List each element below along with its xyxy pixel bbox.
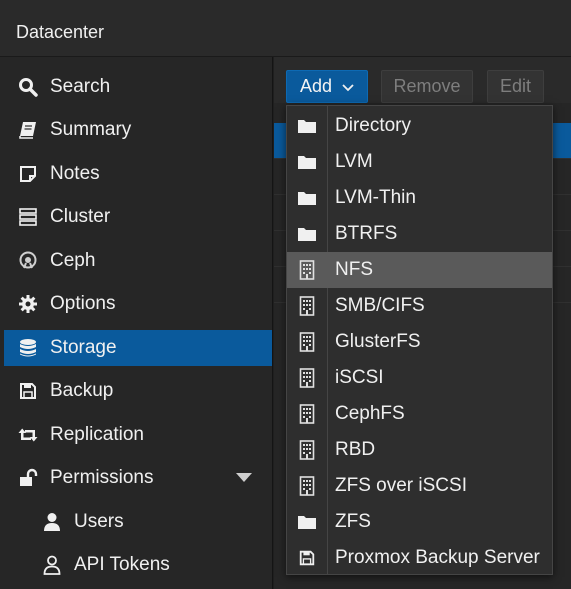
- chevron-down-icon: [342, 76, 354, 97]
- remove-button[interactable]: Remove: [381, 70, 473, 103]
- server-icon: [16, 205, 40, 229]
- sidebar-item-label: Summary: [50, 119, 132, 140]
- menu-item-iscsi[interactable]: iSCSI: [287, 360, 552, 396]
- sidebar-item-summary[interactable]: Summary: [4, 112, 272, 148]
- menu-item-lvm[interactable]: LVM: [287, 144, 552, 180]
- sidebar-item-label: Permissions: [50, 467, 154, 488]
- add-button-label: Add: [299, 76, 333, 96]
- menu-item-cephfs[interactable]: CephFS: [287, 396, 552, 432]
- book-icon: [16, 118, 40, 142]
- menu-item-label: CephFS: [335, 403, 405, 424]
- database-icon: [16, 336, 40, 360]
- menu-item-label: NFS: [335, 259, 373, 280]
- add-button[interactable]: Add: [286, 70, 368, 103]
- folder-icon: [287, 504, 327, 540]
- gear-icon: [16, 292, 40, 316]
- user-outline-icon: [40, 553, 64, 577]
- header-bar: Datacenter: [0, 0, 571, 57]
- building-icon: [287, 396, 327, 432]
- menu-item-zfs[interactable]: ZFS: [287, 504, 552, 540]
- folder-icon: [287, 144, 327, 180]
- menu-item-nfs[interactable]: NFS: [287, 252, 552, 288]
- menu-item-label: RBD: [335, 439, 376, 460]
- menu-item-label: iSCSI: [335, 367, 384, 388]
- sidebar-item-notes[interactable]: Notes: [4, 156, 272, 192]
- menu-item-rbd[interactable]: RBD: [287, 432, 552, 468]
- sidebar-item-label: Users: [74, 511, 124, 532]
- sidebar-item-label: Backup: [50, 380, 114, 401]
- menu-item-label: SMB/CIFS: [335, 295, 425, 316]
- building-icon: [287, 324, 327, 360]
- building-icon: [287, 468, 327, 504]
- sidebar-item-label: Replication: [50, 424, 144, 445]
- menu-item-glusterfs[interactable]: GlusterFS: [287, 324, 552, 360]
- add-storage-menu: Directory LVM LVM-Thin BTRFS NFS SMB/CIF…: [286, 105, 553, 575]
- building-icon: [287, 432, 327, 468]
- folder-icon: [287, 180, 327, 216]
- menu-item-btrfs[interactable]: BTRFS: [287, 216, 552, 252]
- retweet-icon: [16, 423, 40, 447]
- sidebar-item-cluster[interactable]: Cluster: [4, 199, 272, 235]
- remove-button-label: Remove: [393, 76, 461, 96]
- sidebar-item-options[interactable]: Options: [4, 286, 272, 322]
- sidebar-item-label: Notes: [50, 163, 100, 184]
- edit-button-label: Edit: [499, 76, 532, 96]
- page-title: Datacenter: [16, 22, 105, 42]
- user-icon: [40, 510, 64, 534]
- sidebar-item-label: Options: [50, 293, 116, 314]
- menu-item-label: LVM: [335, 151, 373, 172]
- floppy-icon: [16, 379, 40, 403]
- sidebar-item-users[interactable]: Users: [4, 504, 272, 540]
- sidebar-item-search[interactable]: Search: [4, 69, 272, 105]
- building-icon: [287, 288, 327, 324]
- folder-icon: [287, 108, 327, 144]
- menu-item-label: LVM-Thin: [335, 187, 416, 208]
- menu-item-label: BTRFS: [335, 223, 398, 244]
- menu-item-zfs-over-iscsi[interactable]: ZFS over iSCSI: [287, 468, 552, 504]
- edit-button[interactable]: Edit: [487, 70, 544, 103]
- menu-item-label: Directory: [335, 115, 412, 136]
- menu-item-proxmox-backup-server[interactable]: Proxmox Backup Server: [287, 540, 552, 576]
- sidebar-item-api-tokens[interactable]: API Tokens: [4, 547, 272, 583]
- sidebar-item-label: Ceph: [50, 250, 96, 271]
- folder-icon: [287, 216, 327, 252]
- sidebar-item-permissions[interactable]: Permissions: [4, 460, 272, 496]
- building-icon: [287, 360, 327, 396]
- search-icon: [16, 75, 40, 99]
- menu-item-label: ZFS over iSCSI: [335, 475, 467, 496]
- sidebar-item-label: Storage: [50, 337, 117, 358]
- note-icon: [16, 162, 40, 186]
- sidebar-item-backup[interactable]: Backup: [4, 373, 272, 409]
- sidebar-item-storage[interactable]: Storage: [4, 330, 272, 366]
- sidebar-item-label: API Tokens: [74, 554, 170, 575]
- sidebar-item-ceph[interactable]: Ceph: [4, 243, 272, 279]
- menu-item-label: GlusterFS: [335, 331, 421, 352]
- menu-item-lvm-thin[interactable]: LVM-Thin: [287, 180, 552, 216]
- menu-item-smb-cifs[interactable]: SMB/CIFS: [287, 288, 552, 324]
- caret-down-icon[interactable]: [236, 473, 252, 482]
- toolbar: Add Remove Edit: [274, 57, 571, 103]
- unlock-icon: [16, 466, 40, 490]
- menu-item-directory[interactable]: Directory: [287, 108, 552, 144]
- menu-item-label: ZFS: [335, 511, 371, 532]
- sidebar: Search Summary Notes Cluster Ceph Option…: [0, 57, 273, 589]
- menu-item-label: Proxmox Backup Server: [335, 547, 540, 568]
- ceph-icon: [16, 249, 40, 273]
- sidebar-item-label: Search: [50, 76, 111, 97]
- proxmox-window: Datacenter Search Summary Notes Cluster …: [0, 0, 571, 589]
- sidebar-item-replication[interactable]: Replication: [4, 417, 272, 453]
- sidebar-item-label: Cluster: [50, 206, 111, 227]
- floppy-icon: [287, 540, 327, 576]
- building-icon: [287, 252, 327, 288]
